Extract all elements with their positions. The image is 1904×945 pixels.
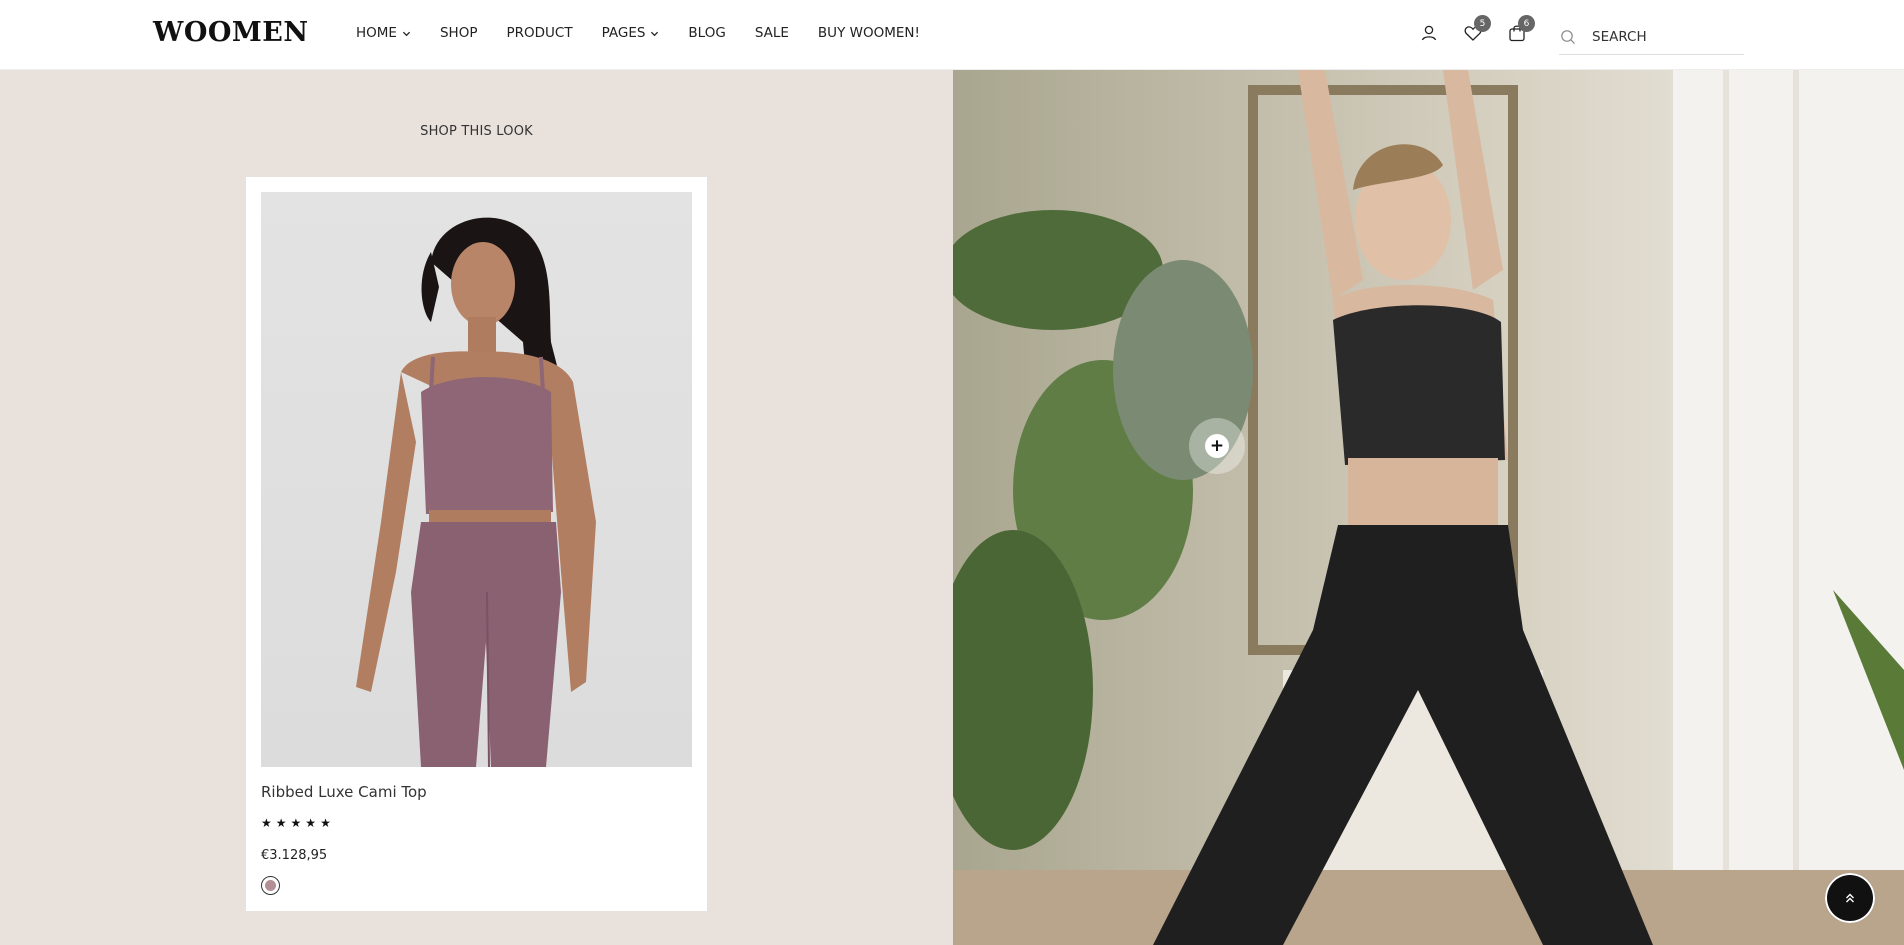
nav-sale[interactable]: SALE (755, 25, 789, 41)
nav-pages-label: PAGES (601, 25, 646, 41)
product-card[interactable]: Ribbed Luxe Cami Top ★ ★ ★ ★ ★ €3.128,95 (246, 177, 707, 911)
nav-product[interactable]: PRODUCT (506, 25, 572, 41)
model-illustration (356, 217, 596, 767)
account-button[interactable] (1418, 22, 1440, 44)
double-chevron-up-icon (1846, 893, 1854, 903)
chevron-down-icon (651, 31, 659, 36)
wishlist-button[interactable]: 5 (1462, 15, 1491, 44)
star-icon: ★ (275, 816, 287, 830)
site-header: WOOMEN HOME SHOP PRODUCT PAGES BLOG SALE… (0, 0, 1904, 70)
shop-look-heading: SHOP THIS LOOK (420, 124, 533, 139)
main-nav: HOME SHOP PRODUCT PAGES BLOG SALE BUY WO… (356, 25, 949, 41)
nav-blog[interactable]: BLOG (688, 25, 725, 41)
search-input[interactable] (1592, 29, 1732, 45)
plus-icon: + (1205, 434, 1229, 458)
color-swatch-fill (265, 880, 276, 891)
nav-blog-label: BLOG (688, 25, 726, 41)
nav-pages[interactable]: PAGES (602, 25, 660, 41)
yoga-scene-illustration (953, 70, 1904, 945)
product-image[interactable] (261, 192, 692, 767)
nav-home[interactable]: HOME (356, 25, 411, 41)
product-rating: ★ ★ ★ ★ ★ (261, 816, 331, 830)
site-logo[interactable]: WOOMEN (153, 17, 309, 48)
shop-look-panel: SHOP THIS LOOK Ribbed Luxe Cami Top ★ ★ … (0, 70, 953, 945)
product-name[interactable]: Ribbed Luxe Cami Top (261, 783, 427, 801)
search-icon[interactable] (1560, 29, 1576, 45)
search-bar (1559, 20, 1744, 55)
nav-buy[interactable]: BUY WOOMEN! (818, 25, 920, 41)
nav-sale-label: SALE (754, 25, 789, 41)
nav-shop[interactable]: SHOP (440, 25, 478, 41)
product-price: €3.128,95 (261, 848, 328, 863)
nav-shop-label: SHOP (439, 25, 478, 41)
header-icons: 5 6 (1418, 15, 1550, 44)
star-icon: ★ (320, 816, 331, 830)
star-icon: ★ (290, 816, 302, 830)
lookbook-image: + (953, 70, 1904, 945)
user-icon (1421, 25, 1437, 41)
star-icon: ★ (305, 816, 317, 830)
chevron-down-icon (402, 31, 411, 36)
star-icon: ★ (261, 816, 272, 830)
back-to-top-button[interactable] (1825, 873, 1875, 923)
product-hotspot[interactable]: + (1189, 418, 1245, 474)
color-swatch[interactable] (261, 876, 280, 895)
cart-count-badge: 6 (1518, 15, 1535, 32)
wishlist-count-badge: 5 (1474, 15, 1491, 32)
nav-product-label: PRODUCT (506, 25, 573, 41)
cart-button[interactable]: 6 (1506, 15, 1535, 44)
nav-buy-label: BUY WOOMEN! (817, 25, 920, 41)
nav-home-label: HOME (356, 25, 397, 41)
